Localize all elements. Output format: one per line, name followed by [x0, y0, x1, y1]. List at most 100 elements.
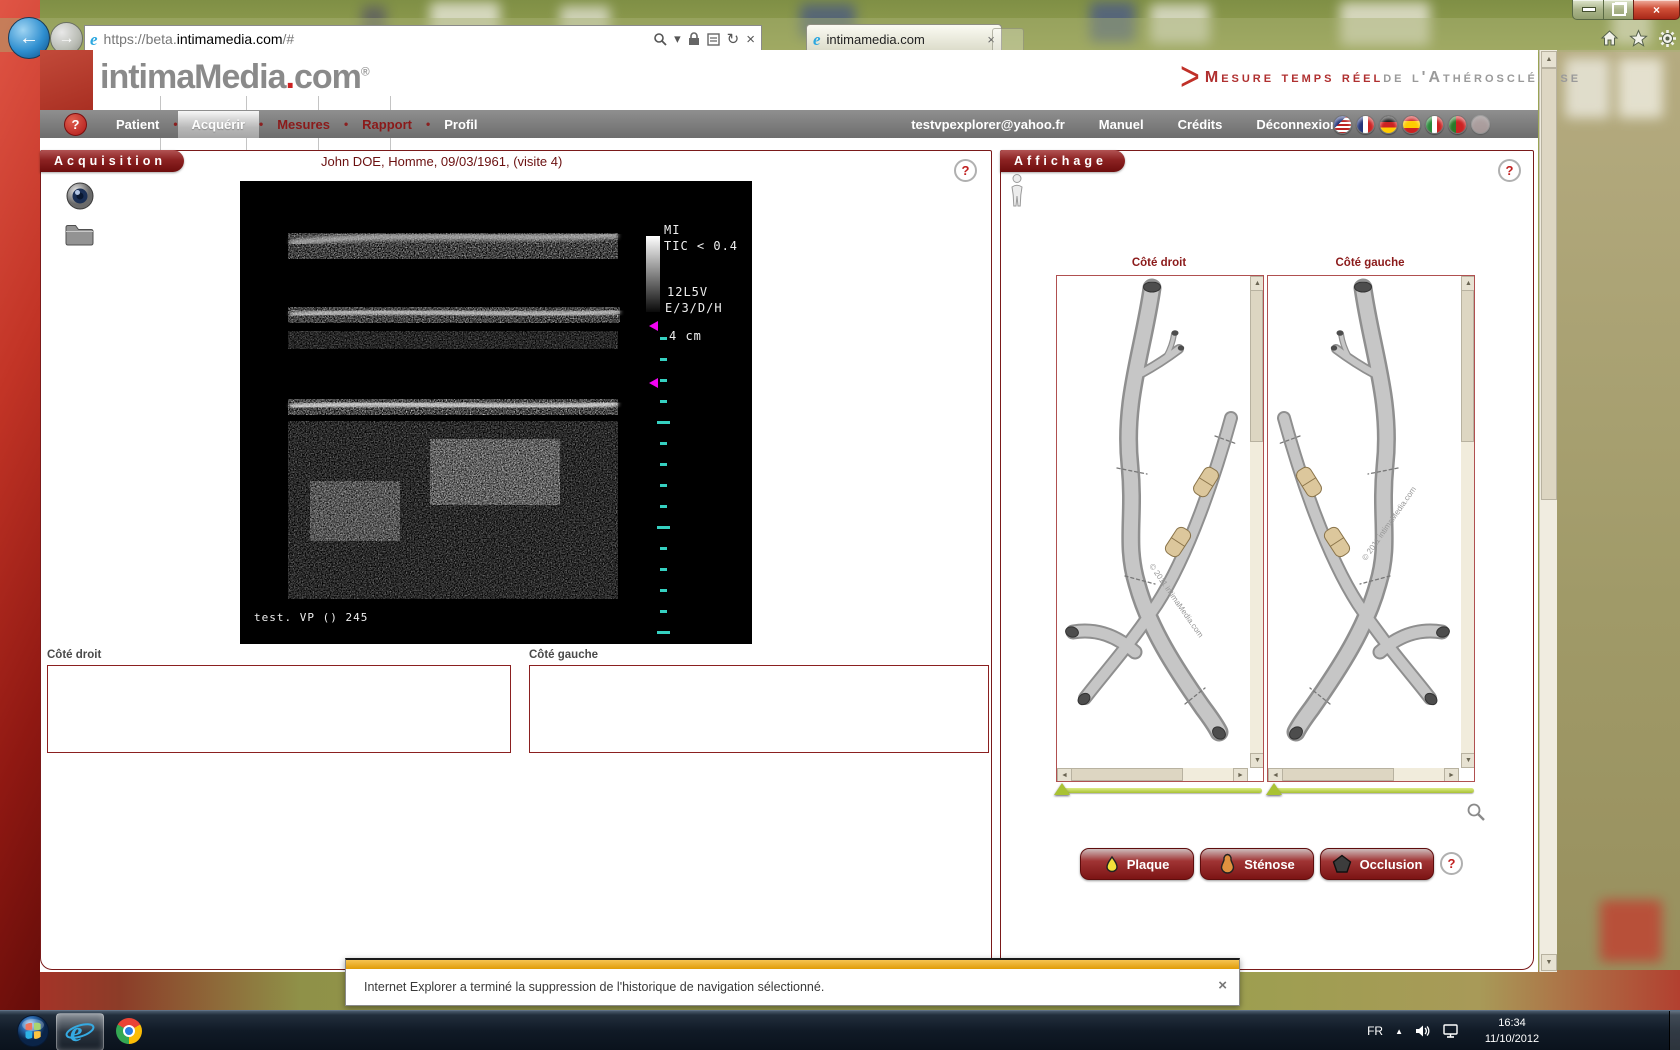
search-dropdown-icon[interactable]: ▾	[674, 31, 681, 47]
nav-item-profil[interactable]: Profil	[430, 111, 491, 138]
occlusion-icon	[1332, 854, 1352, 874]
taskbar-clock[interactable]: 16:34 11/10/2012	[1472, 1015, 1552, 1047]
diagram-left-hscrollbar[interactable]: ◄ ►	[1268, 768, 1459, 781]
artery-diagram-right[interactable]: © 2011 intimaMedia.com ▲ ▼ ◄ ►	[1056, 275, 1264, 782]
ultrasound-image[interactable]: MI TIC < 0.4 12L5V E/3/D/H 4 cm test. VP…	[240, 181, 752, 644]
zoom-slider-left[interactable]	[1270, 788, 1474, 793]
artery-diagram-left-svg[interactable]: © 2011 intimaMedia.com	[1268, 276, 1458, 761]
zoom-slider-right[interactable]	[1058, 788, 1262, 793]
artery-diagram-left[interactable]: © 2011 intimaMedia.com ▲ ▼ ◄ ►	[1267, 275, 1475, 782]
nav-item-mesures[interactable]: Mesures	[263, 111, 344, 138]
nav-link-manuel[interactable]: Manuel	[1099, 117, 1144, 132]
ie-tab-icon: e	[813, 31, 821, 48]
notification-message: Internet Explorer a terminé la suppressi…	[364, 980, 824, 994]
window-close-button[interactable]: ×	[1633, 0, 1680, 20]
magnifier-icon[interactable]	[1466, 802, 1486, 822]
tagline-chevron-icon: >	[1180, 61, 1203, 94]
tray-expand-icon[interactable]: ▲	[1395, 1027, 1403, 1036]
browser-scrollbar-thumb[interactable]	[1541, 68, 1557, 500]
scroll-right-icon[interactable]: ►	[1444, 768, 1459, 782]
network-icon[interactable]	[1443, 1024, 1460, 1038]
scroll-down-icon[interactable]: ▼	[1250, 753, 1264, 768]
window-restore-button[interactable]	[1603, 0, 1635, 20]
artery-diagram-right-svg[interactable]: © 2011 intimaMedia.com	[1057, 276, 1247, 761]
focus-marker-icon	[649, 378, 658, 388]
scroll-left-icon[interactable]: ◄	[1268, 768, 1283, 782]
acquisition-panel-title: Acquisition	[40, 150, 184, 172]
nav-help-button[interactable]: ?	[64, 113, 87, 136]
acquisition-right-side-label: Côté droit	[47, 649, 101, 661]
acquisition-help-button[interactable]: ?	[954, 159, 977, 182]
flag-italy-icon[interactable]	[1425, 115, 1444, 134]
system-tray: FR ▲	[1367, 1011, 1460, 1050]
notification-accent-bar	[346, 960, 1239, 969]
ultrasound-footer-label: test. VP () 245	[254, 611, 368, 624]
scroll-left-icon[interactable]: ◄	[1057, 768, 1072, 782]
scroll-up-icon[interactable]: ▲	[1541, 51, 1557, 68]
flag-spain-icon[interactable]	[1402, 115, 1421, 134]
desktop-wallpaper-left	[0, 0, 40, 1050]
diagram-left-vscrollbar[interactable]: ▲ ▼	[1461, 276, 1474, 768]
address-bar[interactable]: e https://beta.intimamedia.com/# ▾ ↻ ×	[84, 25, 762, 53]
home-icon[interactable]	[1600, 29, 1619, 48]
start-button[interactable]	[10, 1013, 56, 1049]
flag-us-icon[interactable]	[1333, 115, 1352, 134]
notification-close-icon[interactable]: ×	[1218, 977, 1227, 994]
affichage-panel-title: Affichage	[1000, 150, 1125, 172]
focus-marker-icon	[649, 321, 658, 331]
scroll-down-icon[interactable]: ▼	[1541, 954, 1557, 971]
nav-item-acquerir[interactable]: Acquérir	[178, 111, 259, 138]
ultrasound-probe-label: 12L5V	[667, 285, 708, 299]
nav-link-deconnexion[interactable]: Déconnexion	[1256, 117, 1338, 132]
scroll-down-icon[interactable]: ▼	[1461, 753, 1475, 768]
compatibility-view-icon[interactable]	[707, 33, 720, 46]
zoom-slider-left-handle[interactable]	[1266, 783, 1282, 795]
ultrasound-grayscale-bar	[646, 236, 660, 312]
search-icon[interactable]	[653, 32, 667, 46]
new-tab-button[interactable]	[992, 28, 1024, 52]
legend-plaque-button[interactable]: Plaque	[1080, 848, 1194, 880]
favorites-star-icon[interactable]	[1629, 29, 1648, 48]
browser-scrollbar[interactable]: ▲ ▼	[1539, 50, 1557, 972]
ie-notification-bar: Internet Explorer a terminé la suppressi…	[345, 958, 1240, 1006]
diagram-right-vscrollbar[interactable]: ▲ ▼	[1250, 276, 1263, 768]
nav-item-patient[interactable]: Patient	[102, 111, 173, 138]
stop-icon[interactable]: ×	[746, 31, 755, 48]
legend-help-button[interactable]: ?	[1440, 852, 1463, 875]
legend-occlusion-button[interactable]: Occlusion	[1320, 848, 1434, 880]
taskbar: e FR ▲ 16:34 11/10/2012	[0, 1010, 1680, 1050]
refresh-icon[interactable]: ↻	[727, 30, 740, 48]
volume-icon[interactable]	[1415, 1024, 1431, 1038]
folder-icon[interactable]	[64, 221, 95, 247]
ultrasound-mode-label: E/3/D/H	[665, 301, 723, 315]
nav-item-rapport[interactable]: Rapport	[348, 111, 426, 138]
taskbar-ie-button[interactable]: e	[56, 1013, 104, 1050]
flag-germany-icon[interactable]	[1379, 115, 1398, 134]
zoom-slider-right-handle[interactable]	[1054, 783, 1070, 795]
language-indicator[interactable]: FR	[1367, 1024, 1383, 1038]
diagram-right-hscrollbar[interactable]: ◄ ►	[1057, 768, 1248, 781]
taskbar-chrome-button[interactable]	[106, 1013, 152, 1049]
flag-portugal-icon[interactable]	[1448, 115, 1467, 134]
ultrasound-tic-label: TIC < 0.4	[664, 239, 738, 253]
browser-tab[interactable]: e intimamedia.com ×	[806, 24, 1002, 53]
scroll-up-icon[interactable]: ▲	[1250, 276, 1264, 291]
affichage-help-button[interactable]: ?	[1498, 159, 1521, 182]
restore-icon	[1612, 3, 1626, 16]
show-desktop-button[interactable]	[1669, 1011, 1680, 1050]
camera-icon[interactable]	[65, 181, 95, 211]
clock-date: 11/10/2012	[1472, 1031, 1552, 1047]
chrome-icon	[116, 1018, 142, 1044]
svg-text:e: e	[70, 1017, 82, 1047]
site-logo[interactable]: intimaMedia.com®	[100, 58, 369, 97]
scroll-up-icon[interactable]: ▲	[1461, 276, 1475, 291]
window-minimize-button[interactable]	[1572, 0, 1605, 20]
settings-gear-icon[interactable]	[1658, 29, 1677, 48]
main-navigation: ? Patient • Acquérir • Mesures • Rapport…	[40, 110, 1538, 138]
flag-france-icon[interactable]	[1356, 115, 1375, 134]
legend-stenose-button[interactable]: Sténose	[1200, 848, 1314, 880]
ie-page-icon: e	[90, 31, 98, 48]
close-icon: ×	[1653, 3, 1660, 17]
scroll-right-icon[interactable]: ►	[1233, 768, 1248, 782]
nav-link-credits[interactable]: Crédits	[1178, 117, 1223, 132]
